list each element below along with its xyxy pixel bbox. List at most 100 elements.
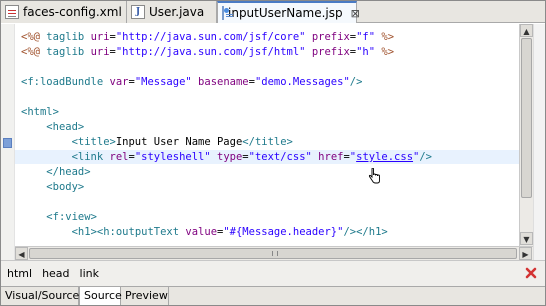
tab-input-user-name-jsp[interactable]: inputUserName.jsp ⊠ bbox=[217, 1, 360, 23]
code-token: f:view bbox=[52, 211, 91, 223]
code-line[interactable]: <%@ taglib uri="http://java.sun.com/jsf/… bbox=[15, 30, 519, 44]
code-token: %> bbox=[375, 31, 395, 43]
code-token: html bbox=[27, 106, 53, 118]
scroll-grip-icon bbox=[272, 251, 278, 256]
code-token: > bbox=[77, 121, 85, 133]
tab-label: faces-config.xml bbox=[23, 5, 122, 19]
code-token: /> bbox=[349, 76, 363, 88]
code-token: > bbox=[77, 181, 85, 193]
code-line[interactable]: <title>Input User Name Page</title> bbox=[15, 135, 519, 149]
horizontal-scrollbar[interactable]: ◀ ▶ bbox=[15, 246, 533, 260]
scroll-down-icon[interactable]: ▼ bbox=[520, 232, 533, 245]
code-token: Input User Name Page bbox=[115, 136, 243, 148]
close-tab-icon[interactable]: ⊠ bbox=[351, 7, 360, 20]
code-token: "Message" bbox=[134, 76, 192, 88]
code-token: "styleshell" bbox=[134, 151, 211, 163]
code-token: "h" bbox=[356, 46, 376, 58]
scroll-right-icon[interactable]: ▶ bbox=[519, 247, 532, 260]
code-token: "#{Message.header}" bbox=[223, 226, 344, 238]
code-token: </ bbox=[46, 166, 59, 178]
remove-icon[interactable] bbox=[525, 267, 537, 279]
hand-pointer-icon bbox=[368, 168, 380, 184]
code-token: </ bbox=[242, 136, 255, 148]
vertical-scrollbar[interactable]: ▲ ▼ bbox=[519, 24, 533, 246]
code-token: basename bbox=[198, 76, 249, 88]
code-token: "http://java.sun.com/jsf/core" bbox=[115, 31, 306, 43]
breadcrumb-head[interactable]: head bbox=[42, 267, 69, 280]
code-line[interactable]: <h1><h:outputText value="#{Message.heade… bbox=[15, 225, 519, 239]
java-file-icon: J bbox=[131, 5, 145, 19]
code-line[interactable]: </head> bbox=[15, 165, 519, 179]
editor-tab-bar: faces-config.xml J User.java inputUserNa… bbox=[1, 1, 545, 23]
current-line-marker bbox=[3, 138, 12, 148]
code-token: > bbox=[286, 136, 293, 148]
code-token: > bbox=[90, 211, 97, 223]
code-token: link bbox=[77, 151, 110, 163]
code-token: > bbox=[84, 166, 91, 178]
code-token: %> bbox=[375, 46, 395, 58]
tab-visual-source[interactable]: Visual/Source bbox=[1, 287, 79, 305]
overview-ruler[interactable] bbox=[533, 24, 545, 260]
href-link[interactable]: style.css bbox=[356, 151, 413, 163]
tab-source[interactable]: Source bbox=[79, 287, 122, 305]
code-token: "http://java.sun.com/jsf/html" bbox=[115, 46, 306, 58]
code-token: /> bbox=[419, 151, 433, 163]
editor-gutter[interactable] bbox=[1, 24, 15, 260]
code-line[interactable]: <f:loadBundle var="Message" basename="de… bbox=[15, 75, 519, 89]
code-token: "f" bbox=[356, 31, 376, 43]
code-token: uri bbox=[90, 31, 110, 43]
code-token: var bbox=[109, 76, 129, 88]
code-token: title bbox=[77, 136, 110, 148]
editor-page-tabs: Visual/Source Source Preview bbox=[1, 286, 545, 305]
code-token: value bbox=[185, 226, 218, 238]
scroll-left-icon[interactable]: ◀ bbox=[15, 247, 28, 260]
code-token: prefix bbox=[311, 31, 350, 43]
code-line[interactable]: <f:view> bbox=[15, 210, 519, 224]
code-token: uri bbox=[90, 46, 110, 58]
code-line[interactable] bbox=[15, 195, 519, 209]
code-token: "demo.Messages" bbox=[254, 76, 350, 88]
code-area[interactable]: <%@ taglib uri="http://java.sun.com/jsf/… bbox=[15, 24, 519, 246]
code-line[interactable] bbox=[15, 90, 519, 104]
jsp-editor-window: faces-config.xml J User.java inputUserNa… bbox=[0, 0, 546, 306]
code-token: /></ bbox=[343, 226, 369, 238]
code-token: h:outputText bbox=[103, 226, 186, 238]
element-breadcrumb: html head link bbox=[1, 260, 545, 286]
code-line-current[interactable]: <link rel="styleshell" type="text/css" h… bbox=[15, 150, 519, 164]
code-token: > bbox=[381, 226, 388, 238]
breadcrumb-link[interactable]: link bbox=[80, 267, 99, 280]
horizontal-scroll-thumb[interactable] bbox=[29, 248, 517, 259]
jsp-file-icon bbox=[222, 6, 233, 20]
code-token: head bbox=[52, 121, 78, 133]
code-token: type bbox=[217, 151, 243, 163]
code-line[interactable]: <body> bbox=[15, 180, 519, 194]
tab-faces-config-xml[interactable]: faces-config.xml bbox=[1, 1, 127, 23]
source-editor[interactable]: <%@ taglib uri="http://java.sun.com/jsf/… bbox=[1, 24, 545, 260]
code-token: <%@ bbox=[21, 31, 47, 43]
code-token: >< bbox=[90, 226, 104, 238]
scroll-up-icon[interactable]: ▲ bbox=[520, 24, 533, 37]
code-token: "text/css" bbox=[248, 151, 312, 163]
tab-user-java[interactable]: J User.java bbox=[127, 1, 217, 23]
code-line[interactable]: <%@ taglib uri="http://java.sun.com/jsf/… bbox=[15, 45, 519, 59]
code-token: h1 bbox=[77, 226, 91, 238]
code-line[interactable]: <head> bbox=[15, 120, 519, 134]
tab-label: User.java bbox=[149, 5, 205, 19]
tab-preview[interactable]: Preview bbox=[121, 287, 169, 305]
vertical-scroll-thumb[interactable] bbox=[521, 38, 532, 198]
code-line[interactable]: <html> bbox=[15, 105, 519, 119]
code-token: head bbox=[58, 166, 85, 178]
breadcrumb-html[interactable]: html bbox=[7, 267, 32, 280]
code-token: <%@ bbox=[21, 46, 47, 58]
code-token: href bbox=[318, 151, 344, 163]
code-token: > bbox=[52, 106, 59, 118]
xml-file-icon bbox=[5, 5, 19, 19]
code-token: title bbox=[254, 136, 287, 148]
code-line[interactable] bbox=[15, 60, 519, 74]
